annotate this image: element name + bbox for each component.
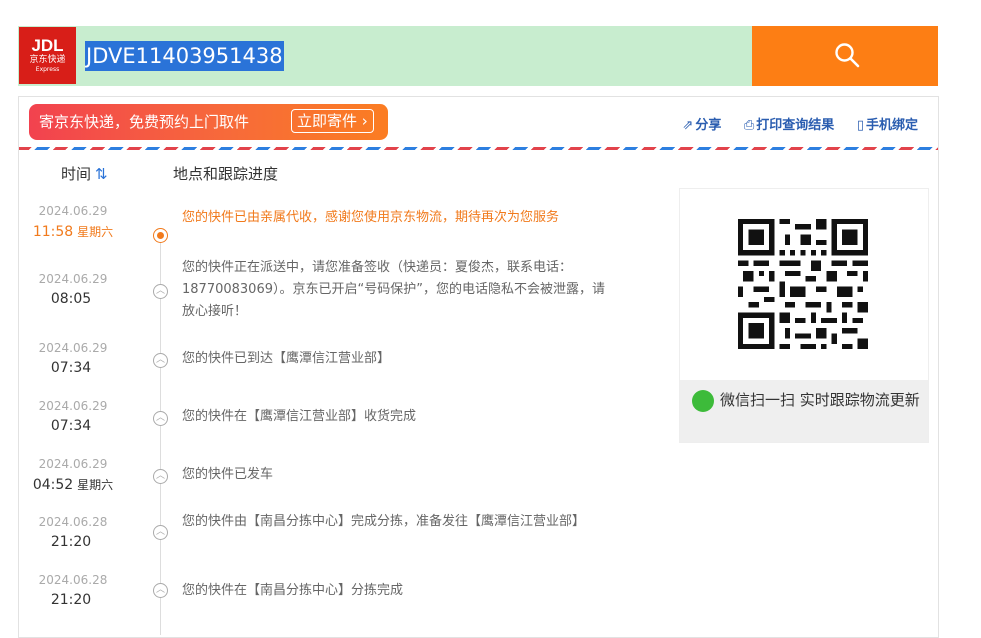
event-date: 2024.06.29 xyxy=(38,204,108,218)
event-time-value: 07:34 xyxy=(50,360,92,376)
print-label: 打印查询结果 xyxy=(756,118,835,133)
event-time: 07:34 xyxy=(19,360,127,376)
event-time-value: 21:20 xyxy=(50,592,92,608)
event-weekday: 星期六 xyxy=(77,225,114,239)
qr-code-card: 微信扫一扫 实时跟踪物流更新 xyxy=(679,188,929,443)
event-description: 您的快件已到达【鹰潭信江营业部】 xyxy=(182,351,391,366)
event-date: 2024.06.28 xyxy=(38,515,108,529)
event-date: 2024.06.28 xyxy=(38,573,108,587)
logo-brand: JDL xyxy=(31,36,64,55)
print-icon: ⎙ xyxy=(743,118,755,133)
toolbar: ⇗ 分享 ⎙ 打印查询结果 ▯ 手机绑定 xyxy=(664,114,918,133)
event-time: 04:52 星期六 xyxy=(19,476,127,493)
qr-caption-text: 微信扫一扫 实时跟踪物流更新 xyxy=(720,391,920,409)
event-time-value: 04:52 xyxy=(32,477,74,493)
qr-code xyxy=(738,219,868,349)
event-time-value: 21:20 xyxy=(50,534,92,550)
tracking-panel: 寄京东快递，免费预约上门取件 立即寄件 › ⇗ 分享 ⎙ 打印查询结果 ▯ 手机绑定 … xyxy=(18,96,939,638)
qr-caption: 微信扫一扫 实时跟踪物流更新 xyxy=(680,380,928,442)
time-column-header[interactable]: 时间 ⇅ xyxy=(61,163,108,184)
location-column-header: 地点和跟踪进度 xyxy=(173,165,279,183)
event-time: 21:20 xyxy=(19,534,127,550)
event-time: 08:05 xyxy=(19,291,127,307)
sort-icon[interactable]: ⇅ xyxy=(95,165,108,183)
chevron-up-icon: ︿ xyxy=(153,353,168,368)
share-button[interactable]: ⇗ 分享 xyxy=(682,118,721,133)
event-date: 2024.06.29 xyxy=(38,399,108,413)
chevron-up-icon: ︿ xyxy=(153,525,168,540)
timeline-dot-active xyxy=(153,228,168,243)
logo-en: Express xyxy=(35,66,60,73)
event-date: 2024.06.29 xyxy=(38,457,108,471)
event-weekday: 星期六 xyxy=(77,478,114,492)
event-time-value: 08:05 xyxy=(50,291,92,307)
event-time: 11:58 星期六 xyxy=(19,223,127,240)
event-time-value: 11:58 xyxy=(32,224,74,240)
event-time: 07:34 xyxy=(19,418,127,434)
event-date: 2024.06.29 xyxy=(38,341,108,355)
send-express-banner[interactable]: 寄京东快递，免费预约上门取件 立即寄件 › xyxy=(29,104,388,140)
chevron-up-icon: ︿ xyxy=(153,284,168,299)
chevron-up-icon: ︿ xyxy=(153,411,168,426)
event-description: 您的快件在【南昌分拣中心】分拣完成 xyxy=(182,583,404,598)
event-description: 您的快件由【南昌分拣中心】完成分拣，准备发往【鹰潭信江营业部】 xyxy=(182,514,586,529)
chevron-up-icon: ︿ xyxy=(153,583,168,598)
jdl-logo: JDL 京东快递 Express xyxy=(19,27,76,84)
search-icon xyxy=(835,43,860,68)
event-description: 您的快件已发车 xyxy=(182,467,274,482)
bind-phone-button[interactable]: ▯ 手机绑定 xyxy=(857,118,918,133)
airmail-border xyxy=(19,147,938,150)
event-description: 您的快件在【鹰潭信江营业部】收货完成 xyxy=(182,409,417,424)
wechat-icon xyxy=(692,390,714,412)
banner-text: 寄京东快递，免费预约上门取件 xyxy=(39,113,250,131)
tracking-number-input[interactable]: JDVE11403951438 xyxy=(85,41,284,71)
search-button[interactable] xyxy=(752,26,938,86)
chevron-up-icon: ︿ xyxy=(153,469,168,484)
event-description: 您的快件已由亲属代收，感谢您使用京东物流，期待再次为您服务 xyxy=(182,210,560,225)
send-now-button[interactable]: 立即寄件 › xyxy=(291,109,374,133)
logo-cn: 京东快递 xyxy=(29,55,66,65)
event-time: 21:20 xyxy=(19,592,127,608)
bind-phone-label: 手机绑定 xyxy=(865,118,918,133)
time-header-label: 时间 xyxy=(61,165,92,183)
event-description: 您的快件正在派送中，请您准备签收（快递员：夏俊杰，联系电话：1877008306… xyxy=(182,260,605,319)
event-date: 2024.06.29 xyxy=(38,272,108,286)
search-bar: JDL 京东快递 Express JDVE11403951438 xyxy=(18,26,938,86)
share-icon: ⇗ xyxy=(682,118,694,133)
event-time-value: 07:34 xyxy=(50,418,92,434)
share-label: 分享 xyxy=(695,118,722,133)
print-button[interactable]: ⎙ 打印查询结果 xyxy=(744,118,834,133)
phone-icon: ▯ xyxy=(856,118,864,133)
